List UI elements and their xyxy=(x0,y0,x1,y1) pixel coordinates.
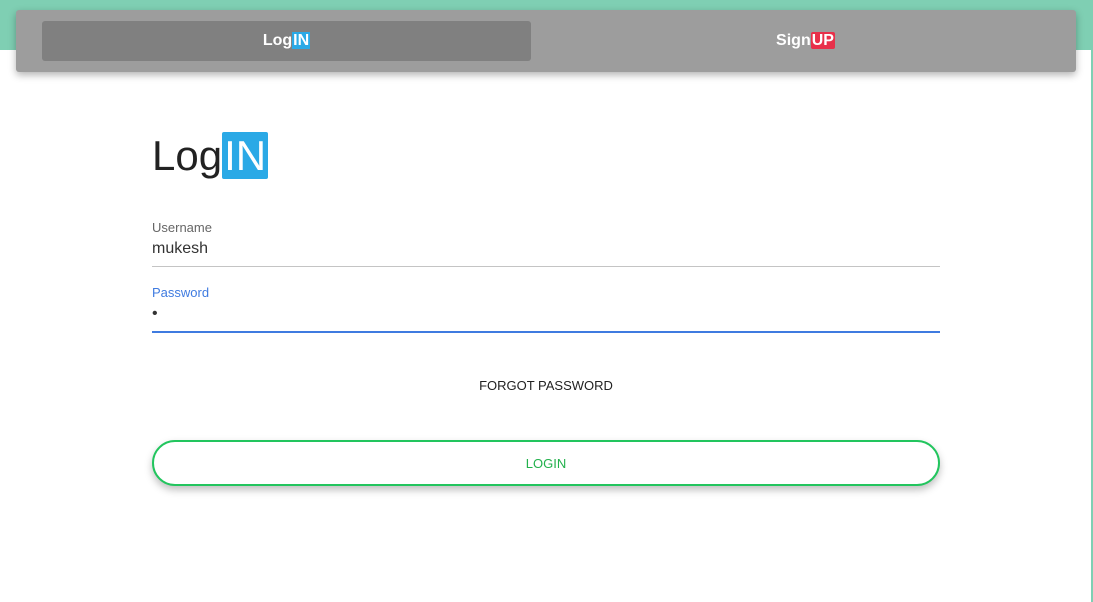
password-input[interactable] xyxy=(152,301,940,333)
tab-login-highlight: IN xyxy=(292,32,311,49)
username-label: Username xyxy=(152,220,212,235)
password-field: Password xyxy=(152,285,940,333)
page-title-highlight: IN xyxy=(222,132,269,179)
tab-signup-prefix: Sign xyxy=(776,32,811,49)
tab-login[interactable]: LogIN xyxy=(42,21,531,61)
tab-signup[interactable]: SignUP xyxy=(551,21,1060,61)
login-button[interactable]: LOGIN xyxy=(152,440,940,486)
forgot-password-link[interactable]: FORGOT PASSWORD xyxy=(152,378,940,393)
tab-bar: LogIN SignUP xyxy=(16,10,1076,72)
username-field: Username xyxy=(152,220,940,267)
tab-login-prefix: Log xyxy=(262,32,293,49)
username-input[interactable] xyxy=(152,236,940,267)
page-title: LogIN xyxy=(152,132,269,180)
password-label: Password xyxy=(152,285,210,300)
tab-signup-highlight: UP xyxy=(810,32,835,49)
page-title-prefix: Log xyxy=(152,132,223,179)
